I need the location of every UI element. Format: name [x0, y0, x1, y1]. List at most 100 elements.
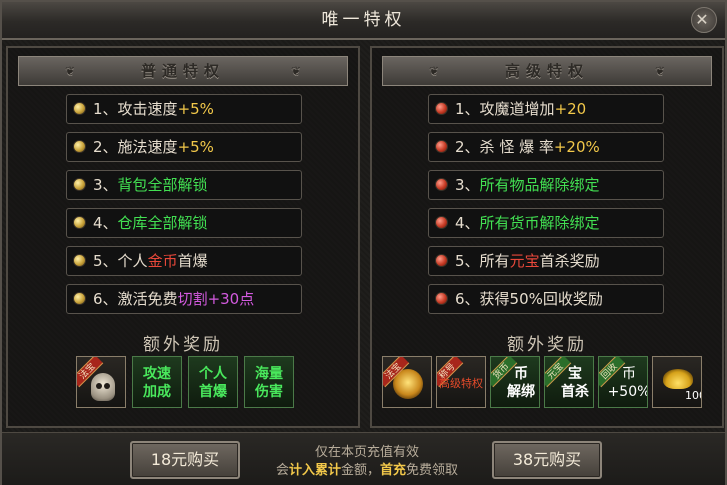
item-text: 所有 [479, 252, 510, 270]
item-number: 4、 [93, 214, 118, 232]
item-text: 仓库全部解锁 [117, 214, 208, 232]
red-bullet-icon [435, 102, 448, 115]
privilege-window: 唯一特权 ✕ ❦ 普通特权 ❦ 1、攻击速度+5% 2、施法速度+5% 3、背包… [0, 0, 727, 485]
basic-panel-title: 普通特权 [140, 62, 225, 80]
reward-slot-gold[interactable]: 100万 [652, 356, 702, 408]
advanced-item-2: 2、杀 怪 爆 率+20% [428, 132, 664, 162]
basic-item-6: 6、激活免费切割+30点 [66, 284, 302, 314]
advanced-item-4: 4、所有货币解除绑定 [428, 208, 664, 238]
basic-item-5: 5、个人金币首爆 [66, 246, 302, 276]
basic-item-3: 3、背包全部解锁 [66, 170, 302, 200]
note-line-1: 仅在本页充值有效 [314, 445, 419, 460]
item-text: 首杀奖励 [539, 252, 600, 270]
item-number: 4、 [455, 214, 480, 232]
basic-privilege-panel: ❦ 普通特权 ❦ 1、攻击速度+5% 2、施法速度+5% 3、背包全部解锁 4、… [6, 46, 360, 428]
item-number: 1、 [455, 100, 480, 118]
item-highlight: +5% [177, 100, 214, 118]
reward-slot-personal-first-drop[interactable]: 个人 首爆 [188, 356, 238, 408]
reward-text: 海量 伤害 [255, 366, 283, 400]
red-bullet-icon [435, 178, 448, 191]
red-bullet-icon [435, 140, 448, 153]
advanced-extra-reward-title: 额外奖励 [507, 335, 587, 355]
advanced-item-1: 1、攻魔道增加+20 [428, 94, 664, 124]
red-bullet-icon [435, 216, 448, 229]
item-highlight: +5% [177, 138, 214, 156]
gold-bullet-icon [73, 140, 86, 153]
item-text: 所有物品解除绑定 [479, 176, 600, 194]
item-text: 获得50%回收奖励 [479, 290, 603, 308]
red-bullet-icon [435, 254, 448, 267]
buy-basic-button[interactable]: 18元购买 [130, 441, 240, 479]
reward-slot-recycle[interactable]: 回收 币 +50% [598, 356, 648, 408]
footer-bar: 18元购买 仅在本页充值有效 会计入累计金额，首充免费领取 38元购买 [2, 432, 725, 485]
item-highlight: 元宝 [509, 252, 540, 270]
item-highlight: +20 [554, 100, 587, 118]
item-text: 攻魔道增加 [479, 100, 555, 118]
item-text: 施法速度 [117, 138, 178, 156]
basic-panel-header: ❦ 普通特权 ❦ [18, 56, 348, 86]
item-number: 3、 [93, 176, 118, 194]
reward-slot-treasure[interactable]: 法宝 [382, 356, 432, 408]
item-number: 2、 [455, 138, 480, 156]
gold-bullet-icon [73, 292, 86, 305]
item-number: 2、 [93, 138, 118, 156]
note-text: 金额， [340, 463, 380, 478]
reward-text: 攻速 加成 [143, 366, 171, 400]
ornament-icon: ❦ [429, 64, 440, 78]
item-text: 个人 [117, 252, 148, 270]
title-overlay-text: 高级特权 [439, 377, 483, 390]
ornament-icon: ❦ [290, 64, 301, 78]
note-text: 会 [275, 463, 289, 478]
basic-extra-reward-title: 额外奖励 [143, 335, 223, 355]
ornament-icon: ❦ [654, 64, 665, 78]
note-text: 免费领取 [406, 463, 459, 478]
note-highlight: 计入累计 [288, 463, 341, 478]
reward-text: 个人 首爆 [199, 366, 227, 400]
buy-advanced-button[interactable]: 38元购买 [492, 441, 602, 479]
gold-bullet-icon [73, 254, 86, 267]
item-number: 3、 [455, 176, 480, 194]
item-number: 6、 [455, 290, 480, 308]
item-number: 5、 [455, 252, 480, 270]
item-text: 首爆 [177, 252, 208, 270]
note-highlight: 首充 [380, 463, 407, 478]
item-highlight: +20% [553, 138, 600, 156]
reward-slot-ingot-first-kill[interactable]: 元宝 宝 首杀 [544, 356, 594, 408]
item-text: 激活免费 [117, 290, 178, 308]
advanced-item-5: 5、所有元宝首杀奖励 [428, 246, 664, 276]
reward-text: 宝 首杀 [561, 366, 589, 400]
close-button[interactable]: ✕ [691, 7, 717, 33]
item-text: 攻击速度 [117, 100, 178, 118]
skull-icon [91, 373, 115, 401]
advanced-item-6: 6、获得50%回收奖励 [428, 284, 664, 314]
gold-bullet-icon [73, 102, 86, 115]
gold-amount-label: 100万 [685, 389, 701, 402]
advanced-privilege-panel: ❦ 高级特权 ❦ 1、攻魔道增加+20 2、杀 怪 爆 率+20% 3、所有物品… [370, 46, 724, 428]
reward-slot-attack-speed[interactable]: 攻速 加成 [132, 356, 182, 408]
gold-pile-icon [663, 369, 693, 389]
reward-slot-treasure[interactable]: 法宝 [76, 356, 126, 408]
gold-bullet-icon [73, 216, 86, 229]
note-line-2: 会计入累计金额，首充免费领取 [252, 459, 482, 478]
item-number: 1、 [93, 100, 118, 118]
reward-text: 币 +50% [607, 366, 648, 400]
item-highlight: 切割+30点 [177, 290, 255, 308]
basic-item-4: 4、仓库全部解锁 [66, 208, 302, 238]
advanced-item-3: 3、所有物品解除绑定 [428, 170, 664, 200]
reward-slot-currency-unbind[interactable]: 货币 币 解绑 [490, 356, 540, 408]
basic-item-2: 2、施法速度+5% [66, 132, 302, 162]
advanced-panel-title: 高级特权 [504, 62, 589, 80]
basic-item-1: 1、攻击速度+5% [66, 94, 302, 124]
advanced-panel-header: ❦ 高级特权 ❦ [382, 56, 712, 86]
reward-slot-title[interactable]: 称号 高级特权 [436, 356, 486, 408]
reward-slot-massive-damage[interactable]: 海量 伤害 [244, 356, 294, 408]
ornament-icon: ❦ [65, 64, 76, 78]
red-bullet-icon [435, 292, 448, 305]
item-text: 背包全部解锁 [117, 176, 208, 194]
reward-text: 币 解绑 [507, 366, 535, 400]
item-text: 所有货币解除绑定 [479, 214, 600, 232]
gold-bullet-icon [73, 178, 86, 191]
item-number: 5、 [93, 252, 118, 270]
item-highlight: 金币 [147, 252, 178, 270]
item-number: 6、 [93, 290, 118, 308]
